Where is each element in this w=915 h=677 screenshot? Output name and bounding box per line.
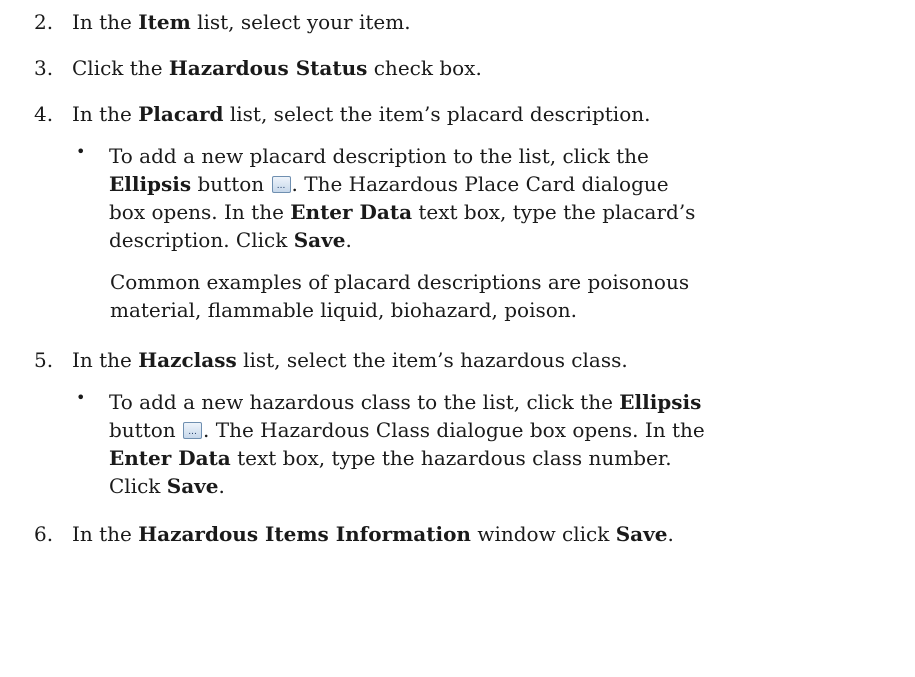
step-text: In the Hazclass list, select the item’s … bbox=[72, 348, 628, 372]
bullet-glyph: • bbox=[76, 388, 86, 407]
bullet-text: Click bbox=[109, 474, 167, 498]
step-text-pre: In the bbox=[72, 348, 139, 372]
step-4: 4. In the Placard list, select the item’… bbox=[34, 102, 650, 126]
bullet-line: button . The Hazardous Class dialogue bo… bbox=[109, 416, 903, 446]
step-text-pre: Click the bbox=[72, 56, 169, 80]
ellipsis-button-icon bbox=[271, 172, 291, 200]
bullet-hazclass: • To add a new hazardous class to the li… bbox=[76, 388, 903, 500]
ellipsis-button-icon bbox=[183, 418, 203, 446]
step-bold-term: Item bbox=[138, 10, 191, 34]
bullet-bold-term: Save bbox=[166, 474, 219, 498]
bullet-text: box opens. In the bbox=[109, 200, 291, 224]
bullet-line: box opens. In the Enter Data text box, t… bbox=[109, 198, 903, 226]
step-text-pre: In the bbox=[72, 522, 139, 546]
bullet-placard-text: To add a new placard description to the … bbox=[109, 142, 903, 254]
step-text-pre: In the bbox=[72, 10, 139, 34]
bullet-glyph: • bbox=[76, 142, 86, 161]
bullet-text: text box, type the hazardous class numbe… bbox=[230, 446, 672, 470]
step-text: In the Item list, select your item. bbox=[72, 10, 411, 34]
note-placard-examples: Common examples of placard descriptions … bbox=[110, 268, 689, 324]
step-text: Click the Hazardous Status check box. bbox=[72, 56, 482, 80]
bullet-bold-term: Save bbox=[293, 228, 346, 252]
document-page: 2. In the Item list, select your item. 3… bbox=[0, 0, 915, 677]
step-2: 2. In the Item list, select your item. bbox=[34, 10, 411, 34]
step-bold-term: Save bbox=[615, 522, 668, 546]
bullet-placard: • To add a new placard description to th… bbox=[76, 142, 903, 254]
bullet-text: To add a new placard description to the … bbox=[109, 144, 649, 168]
step-text-post: list, select the item’s placard descript… bbox=[223, 102, 651, 126]
bullet-text: . The Hazardous Place Card dialogue bbox=[291, 172, 669, 196]
step-6: 6. In the Hazardous Items Information wi… bbox=[34, 522, 674, 546]
step-bold-term: Hazclass bbox=[138, 348, 237, 372]
step-text-post: window click bbox=[470, 522, 616, 546]
step-bold-term: Hazardous Status bbox=[168, 56, 368, 80]
bullet-line: Enter Data text box, type the hazardous … bbox=[109, 444, 903, 472]
bullet-bold-term: Ellipsis bbox=[619, 390, 702, 414]
step-text: In the Placard list, select the item’s p… bbox=[72, 102, 650, 126]
bullet-bold-term: Ellipsis bbox=[109, 172, 192, 196]
step-bold-term: Placard bbox=[138, 102, 224, 126]
bullet-text: button bbox=[191, 172, 271, 196]
note-line: material, flammable liquid, biohazard, p… bbox=[110, 298, 578, 322]
bullet-text: description. Click bbox=[109, 228, 294, 252]
bullet-line: Click Save. bbox=[109, 472, 903, 500]
step-bold-term: Hazardous Items Information bbox=[138, 522, 471, 546]
step-number: 4. bbox=[34, 102, 54, 126]
note-line: Common examples of placard descriptions … bbox=[110, 270, 690, 294]
step-text-post: list, select the item’s hazardous class. bbox=[236, 348, 628, 372]
bullet-line: description. Click Save. bbox=[109, 226, 903, 254]
step-number: 6. bbox=[34, 522, 54, 546]
bullet-bold-term: Enter Data bbox=[109, 446, 231, 470]
step-text-post: list, select your item. bbox=[190, 10, 411, 34]
step-number: 5. bbox=[34, 348, 54, 372]
bullet-bold-term: Enter Data bbox=[290, 200, 413, 224]
step-text-post: . bbox=[667, 522, 674, 546]
step-number: 3. bbox=[34, 56, 54, 80]
bullet-line: To add a new hazardous class to the list… bbox=[109, 388, 903, 416]
bullet-line: To add a new placard description to the … bbox=[109, 142, 903, 170]
bullet-text: . bbox=[345, 228, 352, 252]
bullet-hazclass-text: To add a new hazardous class to the list… bbox=[109, 388, 903, 500]
step-text-pre: In the bbox=[72, 102, 139, 126]
bullet-text: button bbox=[109, 418, 183, 442]
bullet-text: text box, type the placard’s bbox=[412, 200, 696, 224]
bullet-line: Ellipsis button . The Hazardous Place Ca… bbox=[109, 170, 903, 200]
step-number: 2. bbox=[34, 10, 54, 34]
bullet-text: . The Hazardous Class dialogue box opens… bbox=[203, 418, 705, 442]
step-text-post: check box. bbox=[367, 56, 482, 80]
step-5: 5. In the Hazclass list, select the item… bbox=[34, 348, 628, 372]
bullet-text: To add a new hazardous class to the list… bbox=[109, 390, 620, 414]
step-3: 3. Click the Hazardous Status check box. bbox=[34, 56, 482, 80]
bullet-text: . bbox=[218, 474, 225, 498]
step-text: In the Hazardous Items Information windo… bbox=[72, 522, 674, 546]
